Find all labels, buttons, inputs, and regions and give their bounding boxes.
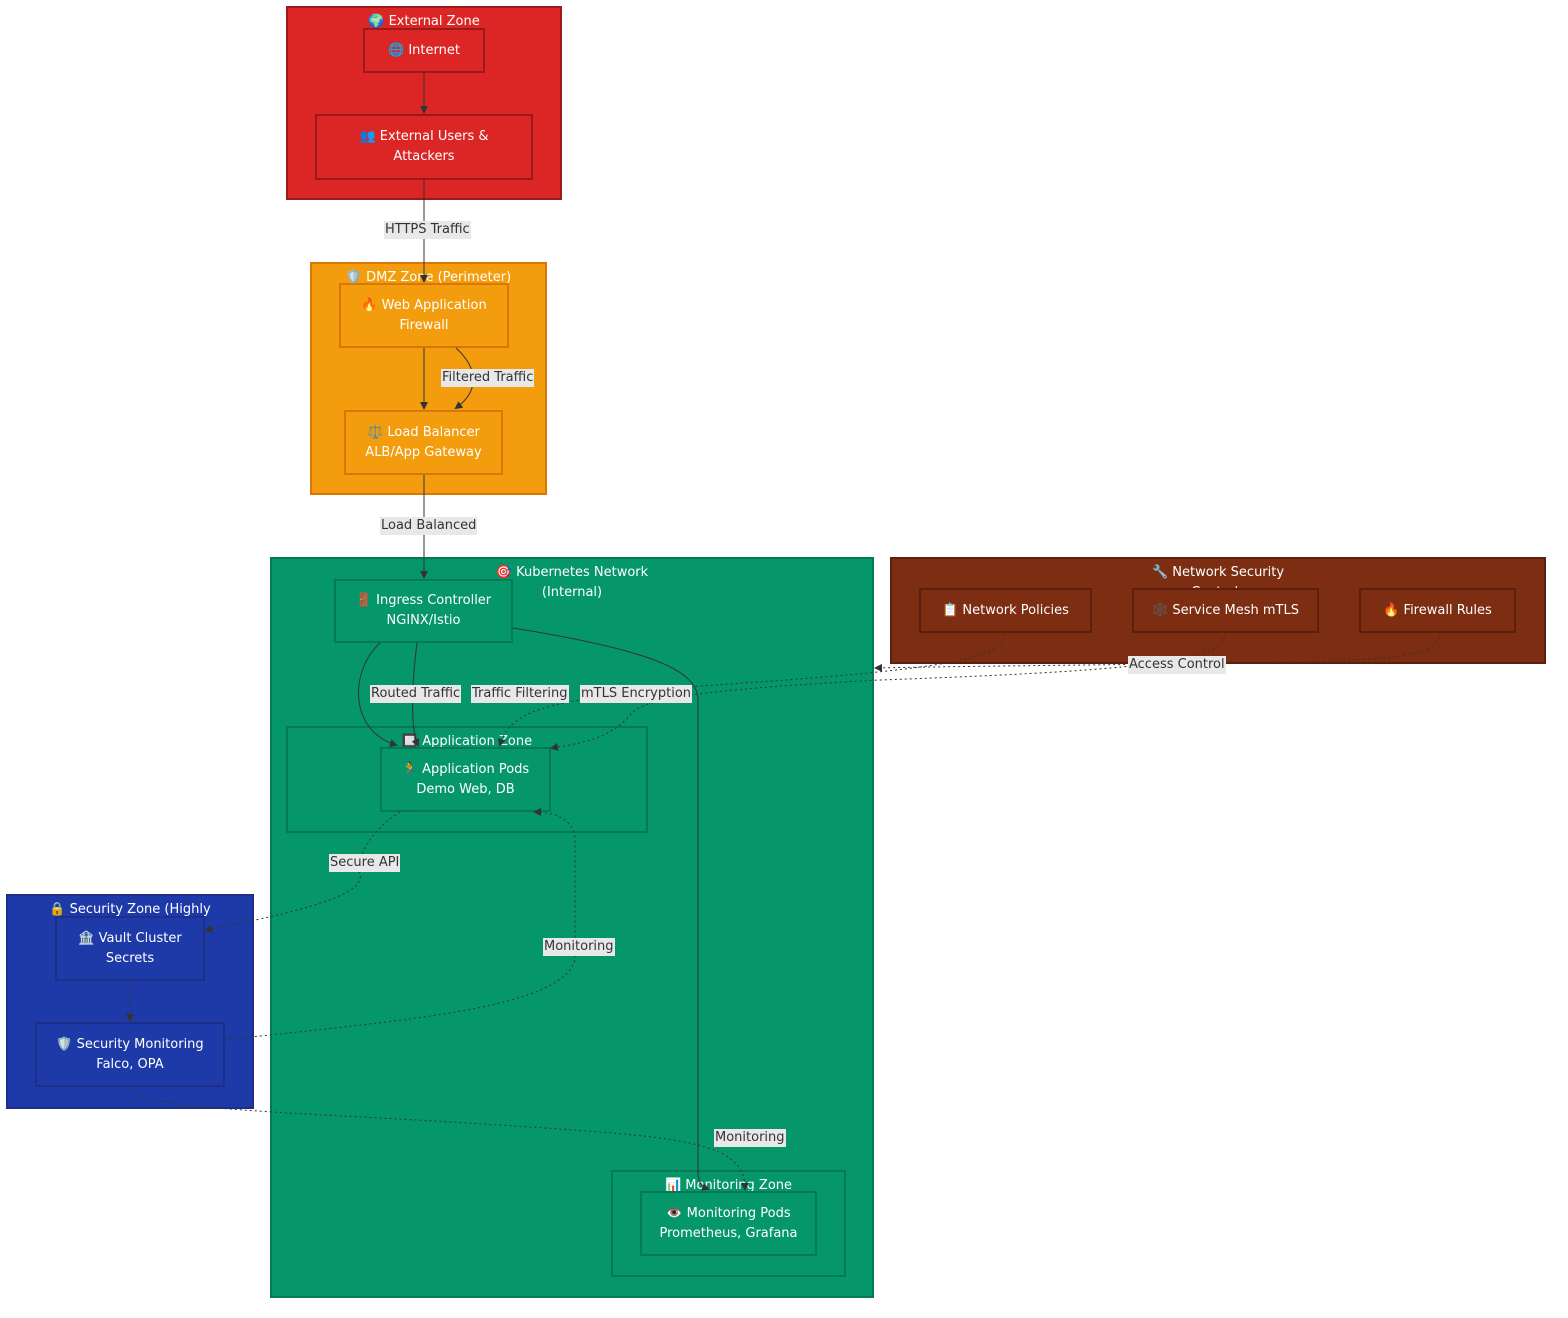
edge-policies-to-app — [497, 632, 1006, 747]
edge-label-monitoring-1: Monitoring — [543, 938, 615, 956]
edge-label-mtls: mTLS Encryption — [580, 685, 693, 703]
edge-label-monitoring-2: Monitoring — [714, 1129, 786, 1147]
edge-label-secure-api: Secure API — [329, 854, 401, 872]
edges-layer — [126, 73, 1441, 1191]
edge-label-access-control: Access Control — [1128, 656, 1226, 674]
edge-label-filtered: Filtered Traffic — [441, 369, 535, 387]
edge-ingress-to-monitoring — [512, 627, 710, 1191]
edge-secmon-to-monitoring — [129, 1086, 749, 1191]
edge-label-load-balanced: Load Balanced — [380, 517, 478, 535]
edge-label-traffic-filtering: Traffic Filtering — [471, 685, 569, 703]
edge-label-routed: Routed Traffic — [370, 685, 462, 703]
edge-secmon-to-app — [224, 808, 576, 1041]
edge-label-https: HTTPS Traffic — [384, 221, 471, 239]
